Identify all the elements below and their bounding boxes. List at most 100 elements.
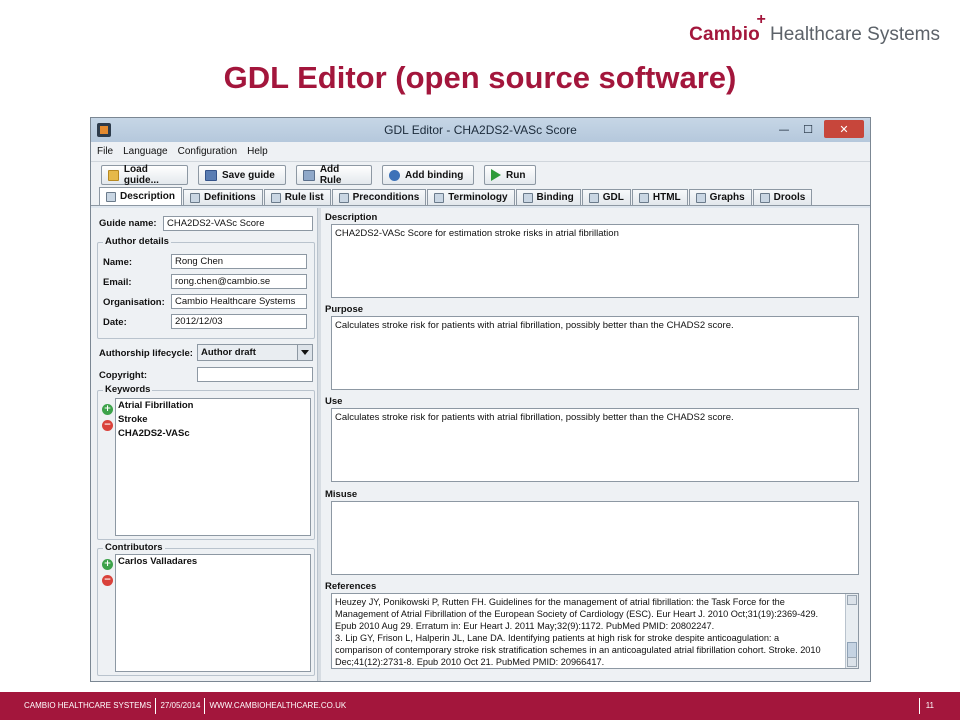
date-field[interactable]: 2012/12/03: [171, 314, 307, 329]
tab-description[interactable]: Description: [99, 187, 183, 205]
folder-icon: [108, 169, 119, 181]
tab-bar: Description Definitions Rule list Precon…: [91, 187, 870, 206]
footer-website[interactable]: WWW.CAMBIOHEALTHCARE.CO.UK: [205, 698, 350, 714]
tab-drools[interactable]: Drools: [752, 189, 813, 205]
keyword-item[interactable]: Stroke: [116, 413, 310, 427]
email-label: Email:: [103, 277, 132, 288]
name-field[interactable]: Rong Chen: [171, 254, 307, 269]
menu-help[interactable]: Help: [247, 146, 268, 157]
brand-plus: +: [756, 11, 766, 28]
description-panel: Guide name: CHA2DS2-VASc Score Author de…: [91, 208, 870, 681]
reference-line: 3. Lip GY, Frison L, Halperin JL, Lane D…: [335, 633, 780, 643]
organisation-field[interactable]: Cambio Healthcare Systems: [171, 294, 307, 309]
drools-icon: [759, 192, 770, 203]
reference-line: Heuzey JY, Ponikowski P, Rutten FH. Guid…: [335, 597, 785, 607]
gdl-icon: [588, 192, 599, 203]
tab-gdl[interactable]: GDL: [581, 189, 631, 205]
keywords-list[interactable]: Atrial Fibrillation Stroke CHA2DS2-VASc: [115, 398, 311, 536]
email-field[interactable]: rong.chen@cambio.se: [171, 274, 307, 289]
scroll-down-icon[interactable]: [847, 657, 857, 667]
left-panel: Guide name: CHA2DS2-VASc Score Author de…: [97, 212, 315, 677]
definitions-icon: [190, 192, 201, 203]
references-scrollbar[interactable]: [845, 594, 858, 668]
reference-line: Epub 2010 Aug 29. Erratum in: Eur Heart …: [335, 621, 715, 631]
add-keyword-icon[interactable]: +: [102, 404, 113, 415]
load-guide-button[interactable]: Load guide...: [101, 164, 188, 186]
remove-keyword-icon[interactable]: −: [102, 420, 113, 431]
add-contributor-icon[interactable]: +: [102, 559, 113, 570]
reference-line: comparison of contemporary stroke risk s…: [335, 645, 821, 655]
name-label: Name:: [103, 257, 133, 268]
use-title: Use: [325, 396, 343, 407]
rule-list-icon: [270, 192, 281, 203]
lifecycle-select[interactable]: Author draft: [197, 344, 313, 361]
copyright-field[interactable]: [197, 367, 313, 382]
chevron-down-icon[interactable]: [297, 345, 312, 360]
save-guide-button[interactable]: Save guide: [198, 165, 286, 185]
footer-date: 27/05/2014: [156, 698, 206, 714]
save-icon: [205, 169, 217, 181]
references-field[interactable]: Heuzey JY, Ponikowski P, Rutten FH. Guid…: [331, 593, 859, 669]
description-icon: [106, 191, 116, 202]
description-field[interactable]: CHA2DS2-VASc Score for estimation stroke…: [331, 224, 859, 298]
reference-line: Dec;41(12):2731-8. Epub 2010 Oct 21. Pub…: [335, 657, 605, 667]
misuse-field[interactable]: [331, 501, 859, 575]
tab-html[interactable]: HTML: [631, 189, 688, 205]
menu-language[interactable]: Language: [123, 146, 168, 157]
menu-bar: File Language Configuration Help: [91, 142, 870, 162]
guide-name-field[interactable]: CHA2DS2-VASc Score: [163, 216, 313, 231]
footer-page-number: 11: [918, 698, 934, 714]
scroll-up-icon[interactable]: [847, 595, 857, 605]
purpose-field[interactable]: Calculates stroke risk for patients with…: [331, 316, 859, 390]
author-details-title: Author details: [103, 236, 171, 247]
remove-contributor-icon[interactable]: −: [102, 575, 113, 586]
html-icon: [638, 192, 649, 203]
menu-configuration[interactable]: Configuration: [178, 146, 237, 157]
menu-file[interactable]: File: [97, 146, 113, 157]
tab-graphs[interactable]: Graphs: [688, 189, 752, 205]
purpose-title: Purpose: [325, 304, 364, 315]
slide: Cambio + Healthcare Systems GDL Editor (o…: [0, 0, 960, 720]
binding-icon: [389, 169, 400, 181]
date-label: Date:: [103, 317, 127, 328]
add-binding-button[interactable]: Add binding: [382, 165, 474, 185]
contributor-item[interactable]: Carlos Valladares: [116, 555, 310, 569]
brand-tagline: Healthcare Systems: [769, 24, 940, 45]
tab-preconditions[interactable]: Preconditions: [331, 189, 427, 205]
footer-company: CAMBIO HEALTHCARE SYSTEMS: [0, 698, 157, 714]
app-icon: [97, 123, 111, 137]
copyright-label: Copyright:: [99, 370, 148, 381]
contributors-list[interactable]: Carlos Valladares: [115, 554, 311, 672]
panel-splitter[interactable]: [317, 208, 321, 681]
window-title: GDL Editor - CHA2DS2-VASc Score: [384, 123, 577, 137]
toolbar: Load guide... Save guide Add Rule Add bi…: [91, 162, 870, 188]
guide-name-label: Guide name:: [99, 218, 157, 229]
use-field[interactable]: Calculates stroke risk for patients with…: [331, 408, 859, 482]
organisation-label: Organisation:: [103, 297, 165, 308]
window-titlebar[interactable]: GDL Editor - CHA2DS2-VASc Score — ☐ ✕: [91, 118, 870, 142]
references-title: References: [325, 581, 377, 592]
slide-title: GDL Editor (open source software): [223, 60, 737, 95]
rule-icon: [303, 169, 315, 181]
close-button[interactable]: ✕: [824, 120, 864, 138]
graphs-icon: [695, 192, 706, 203]
gdl-editor-window: GDL Editor - CHA2DS2-VASc Score — ☐ ✕ Fi…: [90, 117, 871, 682]
preconditions-icon: [338, 192, 349, 203]
keywords-title: Keywords: [103, 384, 153, 395]
brand-logo: Cambio + Healthcare Systems: [689, 11, 940, 46]
run-icon: [491, 169, 501, 181]
contributors-title: Contributors: [103, 542, 165, 553]
tab-binding[interactable]: Binding: [515, 189, 581, 205]
run-button[interactable]: Run: [484, 165, 536, 185]
tab-definitions[interactable]: Definitions: [183, 189, 263, 205]
add-rule-button[interactable]: Add Rule: [296, 164, 372, 186]
maximize-button[interactable]: ☐: [796, 120, 820, 138]
keyword-item[interactable]: CHA2DS2-VASc: [116, 427, 310, 441]
reference-line: Management of Atrial Fibrillation of the…: [335, 609, 819, 619]
misuse-title: Misuse: [325, 489, 358, 500]
keyword-item[interactable]: Atrial Fibrillation: [116, 399, 310, 413]
tab-terminology[interactable]: Terminology: [427, 189, 515, 205]
scroll-thumb[interactable]: [847, 642, 857, 658]
tab-rule-list[interactable]: Rule list: [263, 189, 331, 205]
minimize-button[interactable]: —: [772, 120, 796, 138]
